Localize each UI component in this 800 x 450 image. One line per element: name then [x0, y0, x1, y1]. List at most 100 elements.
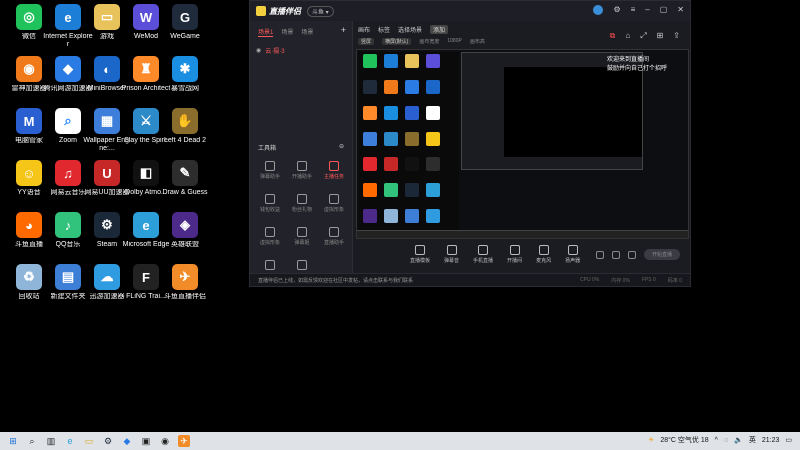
menu-icon[interactable]: ≡ [631, 5, 636, 15]
clock[interactable]: 21:23 [762, 437, 780, 444]
action-button[interactable]: 开播间 [507, 245, 522, 264]
preview-tab-1[interactable]: 画布 [358, 25, 370, 34]
tool-item[interactable] [286, 260, 318, 272]
action-icon [509, 245, 520, 255]
language-indicator[interactable]: 英 [749, 435, 756, 445]
desktop-icon-left4dead2[interactable]: ✋ Left 4 Dead 2 [160, 108, 210, 145]
desktop-icon-label: 暴雪战网 [171, 85, 199, 92]
prison-architect-icon: ♜ [133, 56, 159, 82]
tool-item[interactable]: 直播助手 [318, 227, 350, 246]
tool-item[interactable] [254, 260, 286, 272]
close-icon[interactable]: ✕ [677, 5, 684, 15]
captured-leishen-icon [384, 79, 398, 94]
preview-tab-4[interactable]: 添加 [430, 25, 449, 34]
volume-icon[interactable]: 🔈 [734, 436, 743, 444]
platform-selector[interactable]: 斗鱼 ▾ [307, 5, 334, 17]
action-button[interactable]: 扬声器 [565, 245, 580, 264]
captured-left4dead2-icon [405, 131, 419, 146]
preview-tab-2[interactable]: 标签 [378, 25, 390, 34]
tab-scene-2[interactable]: 场景 [281, 27, 293, 37]
action-button[interactable]: 麦克风 [536, 245, 551, 264]
minibrowser-icon: ◐ [94, 56, 120, 82]
tool-icon [265, 161, 275, 171]
captured-ie-icon [384, 54, 398, 68]
tool-icon [265, 260, 275, 270]
option-landscape[interactable]: 横屏(默认) [382, 38, 412, 45]
tool-item[interactable]: 弹幕姬 [286, 227, 318, 246]
layout-icon[interactable]: ⊞ [657, 31, 664, 41]
tool-item[interactable]: 钱包收益 [254, 194, 286, 213]
option-resolution[interactable]: 1080P [447, 38, 461, 45]
maximize-icon[interactable]: ▢ [660, 5, 668, 15]
avatar[interactable] [593, 5, 604, 15]
desktop-icon-label: 雷神加速器 [11, 85, 47, 92]
tool-item[interactable]: 粉丝礼物 [286, 194, 318, 213]
action-button[interactable]: 直播模板 [410, 245, 430, 264]
action-button[interactable]: 手机直播 [473, 245, 493, 264]
action-label: 手机直播 [473, 258, 494, 264]
douyu-taskbar-icon[interactable]: ✈ [178, 435, 190, 447]
desktop-icon-draw-guess[interactable]: ✎ Draw & Guess [160, 160, 210, 197]
option-canvas-height: 画布高 [469, 39, 485, 45]
camera-icon[interactable] [596, 250, 604, 259]
stat-bitrate: 码率 0 [667, 277, 682, 284]
tool-item[interactable]: 主播任务 [318, 161, 350, 180]
search-icon[interactable]: ⌕ [26, 435, 38, 447]
tool-item[interactable]: 虚拟形象 [254, 227, 286, 246]
share-icon[interactable]: ⇪ [673, 31, 680, 41]
captured-wallpaper-engine-icon [363, 131, 377, 146]
desktop-icon-label: YY语音 [17, 189, 41, 196]
tool-label: 粉丝礼物 [291, 207, 312, 213]
captured-prison-architect-icon [363, 105, 377, 120]
eye-toggle-icon[interactable] [612, 250, 620, 259]
store-taskbar-icon[interactable]: ▣ [140, 435, 152, 447]
notification-icon[interactable]: ▭ [785, 436, 792, 444]
media-taskbar-icon[interactable]: ◉ [159, 435, 171, 447]
gear-icon[interactable] [628, 250, 636, 259]
desktop-icon-label: 回收站 [18, 293, 40, 300]
option-portrait[interactable]: 竖屏 [358, 38, 375, 45]
record-icon[interactable]: ⧉ [610, 31, 616, 41]
edge-taskbar-icon[interactable]: e [64, 435, 76, 447]
tab-scene-3[interactable]: 场景 [301, 27, 313, 37]
folder-icon: ▭ [94, 4, 120, 30]
lol-icon: ◈ [172, 212, 198, 238]
eye-icon[interactable]: ◉ [256, 47, 261, 54]
network-icon[interactable]: ◌ [724, 437, 728, 444]
tray-chevron-icon[interactable]: ^ [715, 437, 718, 444]
action-button[interactable]: 弹幕音 [444, 245, 459, 264]
scene-panel: 场景1 场景 场景 + ◉ 云·摄·3 工具箱 ⊖ 弹幕助手 开播助手 主播任务 钱包… [250, 21, 353, 275]
preview-tab-3[interactable]: 选择场景 [398, 25, 422, 34]
settings-icon[interactable]: ⚙ [613, 5, 620, 15]
desktop-icon-battlenet[interactable]: ✱ 暴雪战网 [160, 56, 210, 93]
desktop-icon-label: QQ音乐 [55, 241, 81, 248]
tool-label: 直播助手 [323, 240, 344, 246]
start-live-button[interactable]: 开始直播 [644, 249, 680, 260]
toolbox-more-icon[interactable]: ⊖ [339, 143, 344, 152]
weather-text[interactable]: 28°C 空气优 18 [660, 435, 708, 445]
start-icon[interactable]: ⊞ [7, 435, 19, 447]
lock-icon[interactable]: ⌂ [625, 31, 630, 41]
preview-canvas[interactable]: 欢迎来到直播间 鼓励并向自己打个招呼 [356, 49, 689, 239]
tool-item[interactable]: 弹幕助手 [254, 161, 286, 180]
steam-taskbar-icon[interactable]: ⚙ [102, 435, 114, 447]
tool-item[interactable]: 虚拟形象 [318, 194, 350, 213]
tool-item[interactable]: 开播助手 [286, 161, 318, 180]
app-taskbar-icon[interactable]: ◆ [121, 435, 133, 447]
desktop-icon-wegame[interactable]: G WeGame [160, 4, 210, 41]
desktop-icon-douyu-companion[interactable]: ✈ 斗鱼直播伴侣 [160, 264, 210, 301]
task-view-icon[interactable]: ▥ [45, 435, 57, 447]
fullscreen-icon[interactable]: ⤢ [640, 31, 646, 41]
action-icon [478, 245, 489, 255]
captured-minibrowser-icon [426, 79, 440, 94]
scene-source-item[interactable]: ◉ 云·摄·3 [256, 45, 346, 55]
captured-xunyou-icon [426, 209, 440, 224]
tab-scene-1[interactable]: 场景1 [258, 27, 274, 37]
add-scene-icon[interactable]: + [341, 26, 346, 37]
captured-zoom-icon [426, 105, 440, 120]
desktop-icon-lol[interactable]: ◈ 英雄联盟 [160, 212, 210, 249]
minimize-icon[interactable]: – [645, 5, 649, 15]
explorer-taskbar-icon[interactable]: ▭ [83, 435, 95, 447]
xunyou-icon: ☁ [94, 264, 120, 290]
captured-inner-canvas [504, 67, 642, 157]
